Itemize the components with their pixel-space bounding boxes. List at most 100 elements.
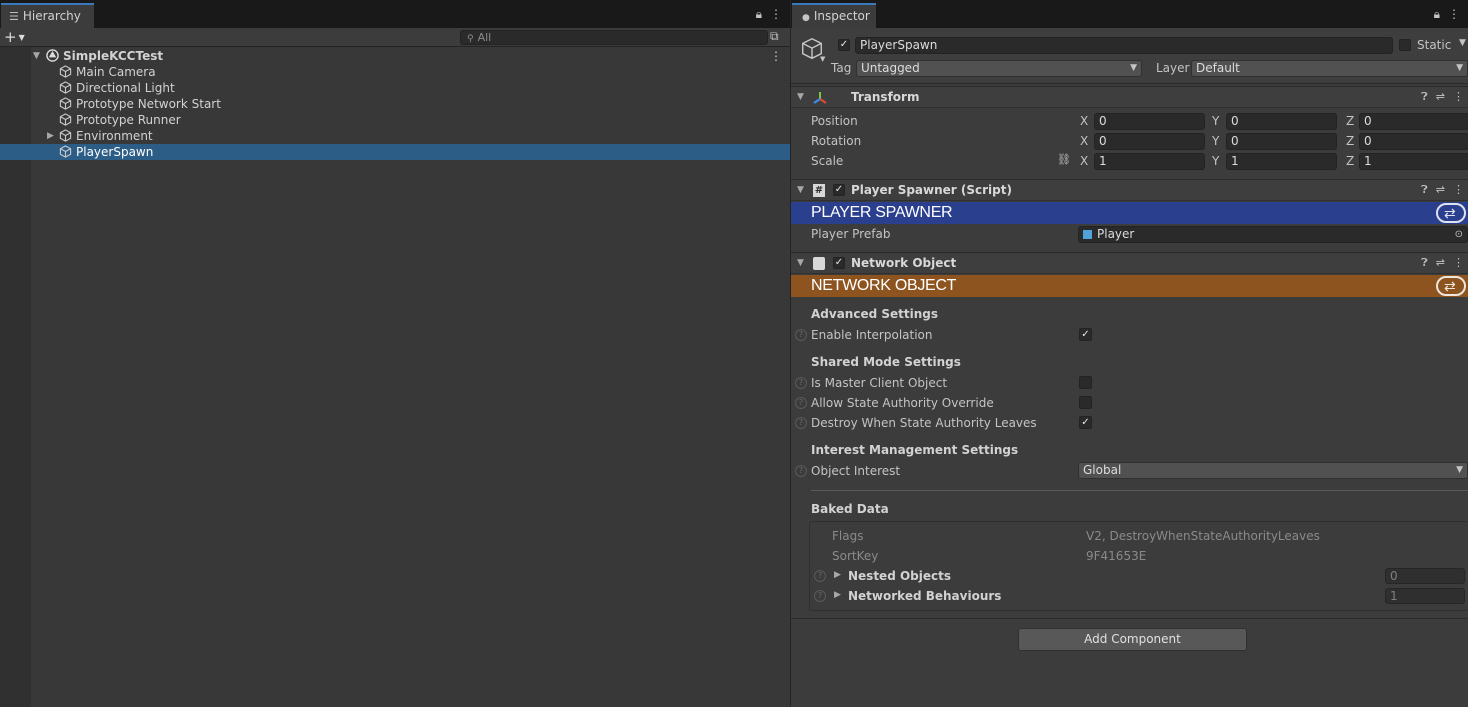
axis-label-y[interactable]: Y (1212, 112, 1219, 130)
transform-z-field[interactable]: 0 (1359, 133, 1468, 150)
foldout-arrow-icon[interactable]: ▼ (797, 87, 804, 107)
help-icon[interactable]: ? (795, 465, 807, 477)
kebab-menu-icon[interactable]: ⋮ (770, 48, 782, 64)
hierarchy-item-label: Prototype Network Start (76, 97, 221, 111)
preset-icon[interactable]: ⇌ (1436, 256, 1445, 269)
static-checkbox[interactable] (1399, 39, 1411, 51)
foldout-arrow-icon[interactable]: ▼ (797, 180, 804, 200)
help-icon[interactable]: ❓︎ (1421, 183, 1428, 196)
kebab-menu-icon[interactable]: ⋮ (770, 7, 782, 21)
transform-x-field[interactable]: 0 (1094, 133, 1205, 150)
transform-x-field[interactable]: 0 (1094, 113, 1205, 130)
add-object-button[interactable]: + ▼ (4, 28, 25, 47)
link-scale-icon[interactable]: ⛓︎ (1057, 153, 1071, 166)
hierarchy-item[interactable]: Directional Light (0, 80, 790, 96)
help-icon[interactable]: ? (795, 377, 807, 389)
preset-icon[interactable]: ⇌ (1436, 90, 1445, 103)
nested-objects-value: 0 (1390, 569, 1398, 583)
enable-interpolation-checkbox[interactable]: ✓ (1079, 328, 1092, 341)
kebab-menu-icon[interactable]: ⋮ (1448, 7, 1460, 21)
static-dropdown-icon[interactable]: ▼ (1459, 38, 1466, 48)
player-spawner-header[interactable]: ▼ # ✓ Player Spawner (Script) ❓︎ ⇌ ⋮ (791, 179, 1468, 201)
transform-x-field[interactable]: 1 (1094, 153, 1205, 170)
help-icon[interactable]: ? (795, 397, 807, 409)
hierarchy-item[interactable]: PlayerSpawn (0, 144, 790, 160)
object-name-value: PlayerSpawn (860, 38, 938, 52)
shared-mode-settings-title: Shared Mode Settings (811, 355, 961, 369)
destroy-when-leaves-label: Destroy When State Authority Leaves (811, 416, 1037, 430)
axis-label-x[interactable]: X (1080, 132, 1088, 150)
chevron-down-icon: ▼ (1456, 63, 1463, 73)
help-icon[interactable]: ? (795, 417, 807, 429)
fusion-logo-icon (1436, 202, 1466, 224)
kebab-menu-icon[interactable]: ⋮ (1453, 256, 1464, 269)
icon-dropdown-icon[interactable]: ▼ (820, 55, 825, 63)
lock-icon[interactable]: 🔒︎ (1434, 7, 1440, 21)
help-icon[interactable]: ? (814, 570, 826, 582)
info-icon: ● (802, 13, 810, 23)
axis-label-z[interactable]: Z (1346, 132, 1354, 150)
prefab-cube-icon (1083, 230, 1092, 239)
preset-icon[interactable]: ⇌ (1436, 183, 1445, 196)
hierarchy-item[interactable]: Main Camera (0, 64, 790, 80)
hierarchy-tab-tools: 🔒︎ ⋮ (748, 7, 782, 22)
gameobject-icon (59, 65, 72, 78)
expand-arrow-icon[interactable]: ▶ (834, 590, 841, 600)
axis-label-x[interactable]: X (1080, 112, 1088, 130)
object-name-field[interactable]: PlayerSpawn (855, 37, 1393, 54)
kebab-menu-icon[interactable]: ⋮ (1453, 183, 1464, 196)
layer-dropdown[interactable]: Default ▼ (1191, 60, 1468, 77)
transform-y-field[interactable]: 0 (1226, 133, 1337, 150)
scene-row[interactable]: ▼ SimpleKCCTest ⋮ (0, 48, 790, 64)
transform-header[interactable]: ▼ Transform ❓︎ ⇌ ⋮ (791, 86, 1468, 108)
object-picker-icon[interactable]: ⊙ (1455, 227, 1463, 242)
tab-inspector[interactable]: ● Inspector (792, 3, 876, 28)
axis-label-x[interactable]: X (1080, 152, 1088, 170)
active-checkbox[interactable]: ✓ (838, 39, 850, 51)
help-icon[interactable]: ❓︎ (1421, 256, 1428, 269)
section-divider (811, 490, 1468, 491)
expand-arrow-icon[interactable]: ▶ (47, 128, 54, 144)
component-enabled-checkbox[interactable]: ✓ (833, 257, 845, 269)
axis-label-z[interactable]: Z (1346, 152, 1354, 170)
tab-hierarchy[interactable]: ☰ Hierarchy (1, 3, 94, 28)
transform-z-field[interactable]: 1 (1359, 153, 1468, 170)
lock-icon[interactable]: 🔒︎ (756, 7, 762, 21)
help-icon[interactable]: ❓︎ (1421, 90, 1428, 103)
transform-y-value: 0 (1231, 114, 1239, 128)
allow-state-authority-override-checkbox[interactable] (1079, 396, 1092, 409)
hierarchy-item[interactable]: Prototype Runner (0, 112, 790, 128)
axis-label-y[interactable]: Y (1212, 152, 1219, 170)
foldout-arrow-icon[interactable]: ▼ (797, 253, 804, 273)
scene-search-icon[interactable]: ⧉ (770, 29, 779, 44)
hierarchy-search-input[interactable]: ⚲ All (460, 30, 768, 45)
add-component-button[interactable]: Add Component (1018, 628, 1247, 651)
transform-z-value: 1 (1364, 154, 1372, 168)
hierarchy-item-label: PlayerSpawn (76, 145, 154, 159)
hierarchy-item[interactable]: Prototype Network Start (0, 96, 790, 112)
axis-label-y[interactable]: Y (1212, 132, 1219, 150)
transform-y-field[interactable]: 1 (1226, 153, 1337, 170)
transform-z-field[interactable]: 0 (1359, 113, 1468, 130)
component-end-divider (791, 618, 1468, 619)
axis-label-z[interactable]: Z (1346, 112, 1354, 130)
player-spawner-banner: PLAYER SPAWNER (791, 202, 1468, 224)
help-icon[interactable]: ? (814, 590, 826, 602)
hierarchy-toolbar: + ▼ ⚲ All ⧉ (0, 28, 790, 47)
destroy-when-leaves-checkbox[interactable]: ✓ (1079, 416, 1092, 429)
transform-x-value: 0 (1099, 114, 1107, 128)
network-object-header[interactable]: ▼ ✓ Network Object ❓︎ ⇌ ⋮ (791, 252, 1468, 274)
tag-dropdown[interactable]: Untagged ▼ (856, 60, 1142, 77)
networked-behaviours-value: 1 (1390, 589, 1398, 603)
object-interest-dropdown[interactable]: Global ▼ (1078, 462, 1468, 479)
expand-arrow-icon[interactable]: ▶ (834, 570, 841, 580)
hierarchy-item[interactable]: ▶ Environment (0, 128, 790, 144)
is-master-client-checkbox[interactable] (1079, 376, 1092, 389)
fusion-logo-icon (1436, 275, 1466, 297)
expand-arrow-icon[interactable]: ▼ (33, 48, 40, 64)
transform-y-field[interactable]: 0 (1226, 113, 1337, 130)
kebab-menu-icon[interactable]: ⋮ (1453, 90, 1464, 103)
help-icon[interactable]: ? (795, 329, 807, 341)
component-enabled-checkbox[interactable]: ✓ (833, 184, 845, 196)
player-prefab-field[interactable]: Player ⊙ (1078, 226, 1468, 243)
